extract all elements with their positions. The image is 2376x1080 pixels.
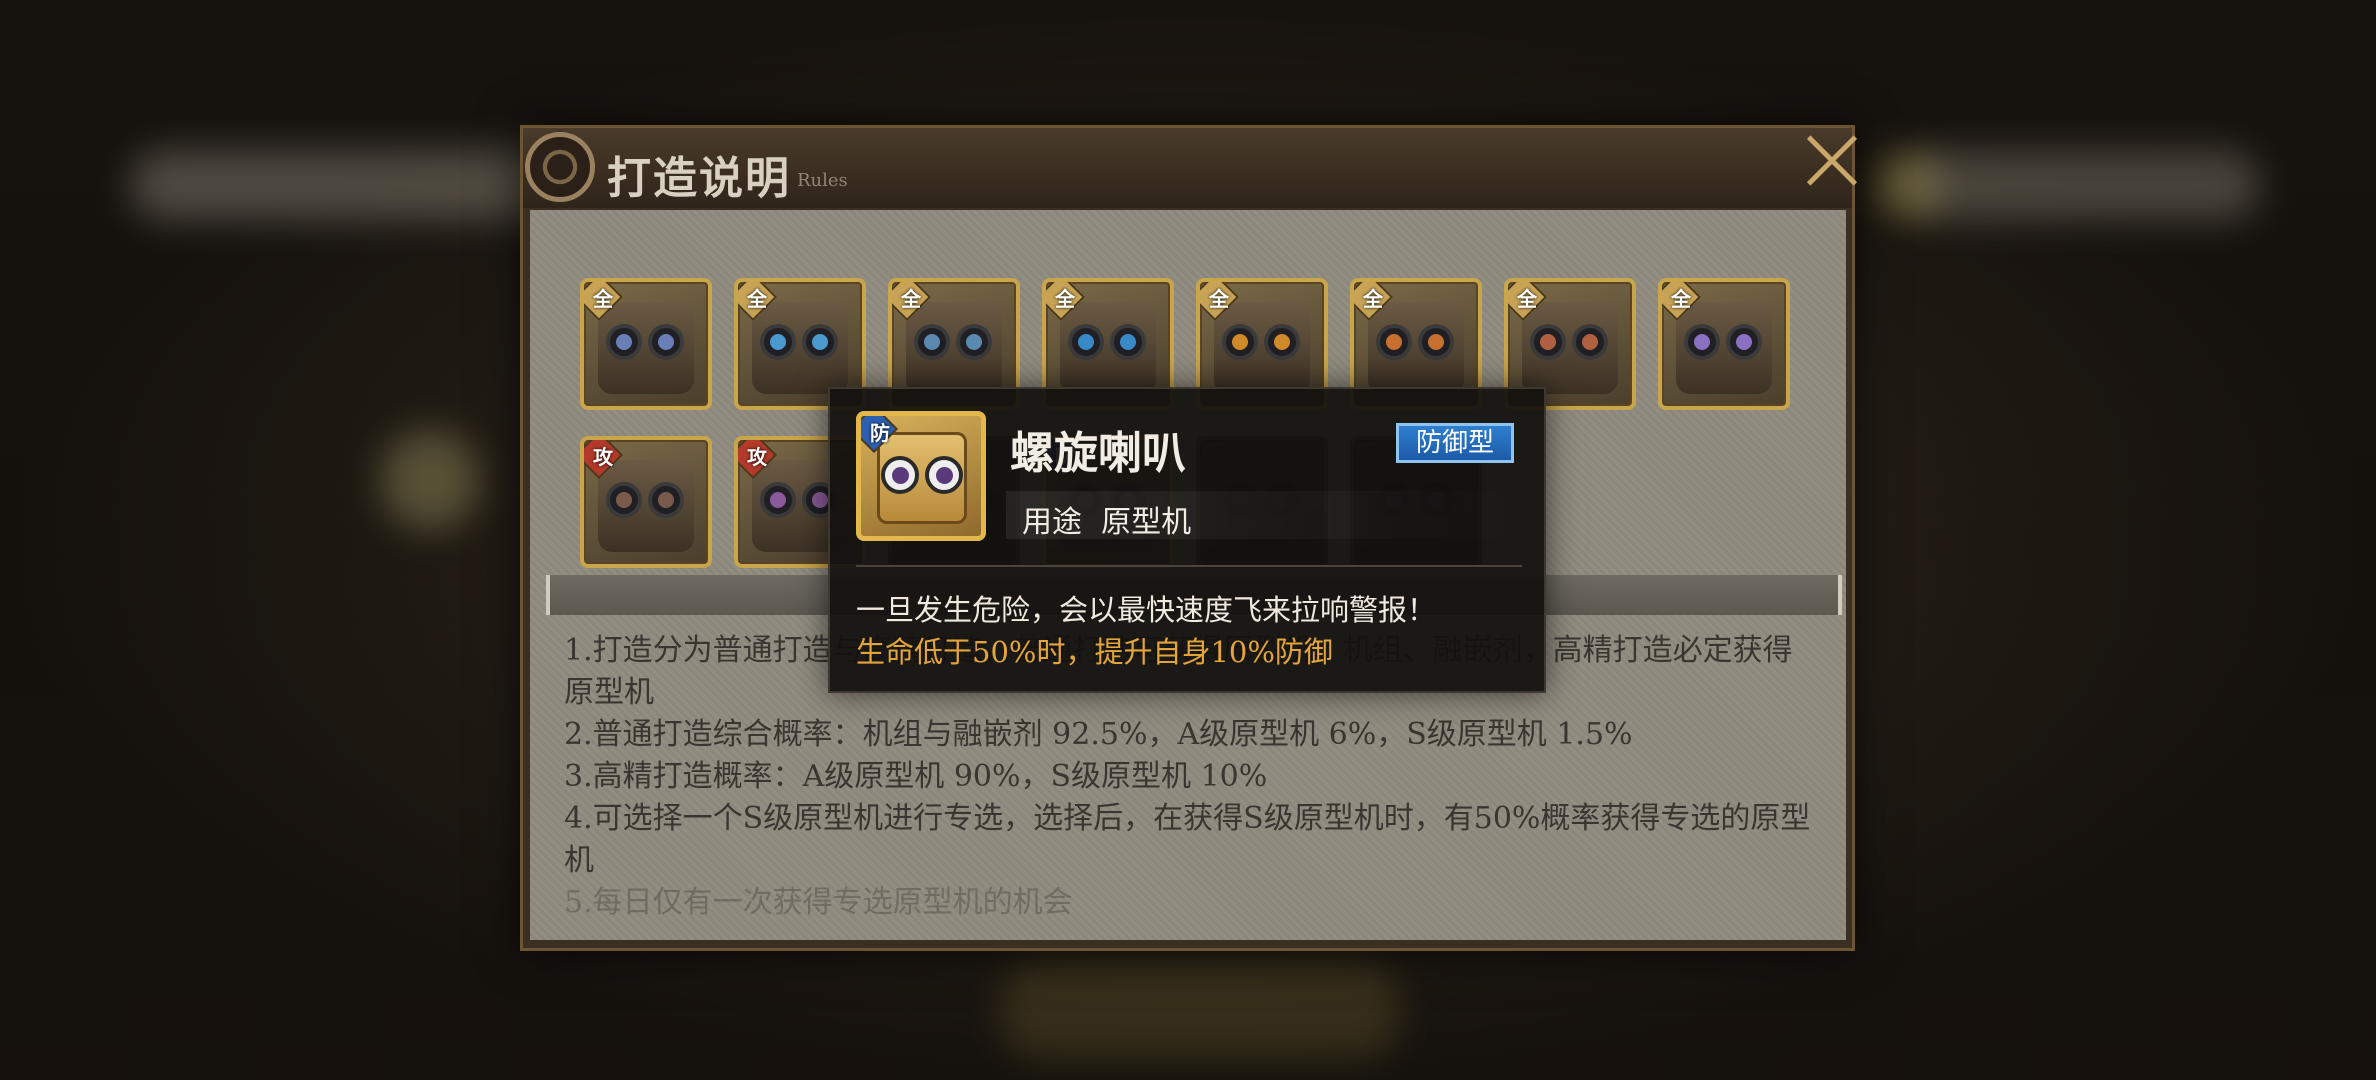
eye-icon (1684, 324, 1720, 360)
panel-subtitle: Rules (797, 170, 848, 191)
eye-icon (914, 324, 950, 360)
eye-icon (1530, 324, 1566, 360)
role-tag: 全 (1363, 287, 1383, 311)
prototype-detail-popup: 防 螺旋喇叭 防御型 用途 原型机 一旦发生危险，会以最快速度飞来拉响警报！ 生… (828, 387, 1546, 693)
rule-line: 3.高精打造概率：A级原型机 90%，S级原型机 10% (564, 759, 1268, 794)
eye-icon (925, 456, 963, 494)
eye-icon (648, 324, 684, 360)
background-blur (1870, 150, 1940, 220)
eye-icon (760, 324, 796, 360)
eye-icon (1726, 324, 1762, 360)
close-button[interactable] (1801, 130, 1861, 190)
role-tag: 攻 (593, 445, 613, 469)
eye-icon (1418, 324, 1454, 360)
prototype-card[interactable]: 攻 (580, 436, 712, 568)
panel-title: 打造说明 (607, 153, 791, 204)
prototype-card[interactable]: 全 (1658, 278, 1790, 410)
role-tag: 全 (1209, 287, 1229, 311)
background-blur (1900, 150, 2260, 220)
prototype-portrait: 防 (856, 411, 986, 541)
eye-icon (1572, 324, 1608, 360)
role-tag: 全 (1671, 287, 1691, 311)
prototype-description: 一旦发生危险，会以最快速度飞来拉响警报！ (856, 593, 1437, 627)
divider (856, 565, 1522, 567)
use-label: 用途 (1022, 505, 1082, 540)
prototype-name: 螺旋喇叭 (1010, 428, 1186, 479)
use-value: 原型机 (1101, 505, 1192, 540)
role-tag: 全 (1517, 287, 1537, 311)
eye-icon (606, 482, 642, 518)
role-tag: 攻 (747, 445, 767, 469)
eye-icon (648, 482, 684, 518)
prototype-card[interactable]: 全 (580, 278, 712, 410)
eye-icon (956, 324, 992, 360)
use-text: 用途 原型机 (1022, 497, 1191, 541)
role-tag: 防 (870, 421, 890, 445)
eye-icon (1376, 324, 1412, 360)
gear-icon (525, 132, 595, 202)
role-tag: 全 (593, 287, 613, 311)
rule-line: 5.每日仅有一次获得专选原型机的机会 (564, 885, 1073, 920)
type-badge: 防御型 (1396, 423, 1514, 463)
panel-header: 打造说明 Rules (523, 128, 1852, 208)
eye-icon (1068, 324, 1104, 360)
role-tag: 全 (1055, 287, 1075, 311)
role-tag: 全 (901, 287, 921, 311)
background-blur (380, 430, 480, 530)
eye-icon (606, 324, 642, 360)
eye-icon (1110, 324, 1146, 360)
eye-icon (760, 482, 796, 518)
eye-icon (1264, 324, 1300, 360)
eye-icon (1222, 324, 1258, 360)
background-blur (1000, 960, 1400, 1060)
role-tag: 全 (747, 287, 767, 311)
eye-icon (881, 456, 919, 494)
rule-line: 2.普通打造综合概率：机组与融嵌剂 92.5%，A级原型机 6%，S级原型机 1… (564, 717, 1633, 752)
rule-line: 4.可选择一个S级原型机进行专选，选择后，在获得S级原型机时，有50%概率获得专… (564, 801, 1811, 878)
eye-icon (802, 324, 838, 360)
prototype-effect: 生命低于50%时，提升自身10%防御 (856, 635, 1333, 669)
